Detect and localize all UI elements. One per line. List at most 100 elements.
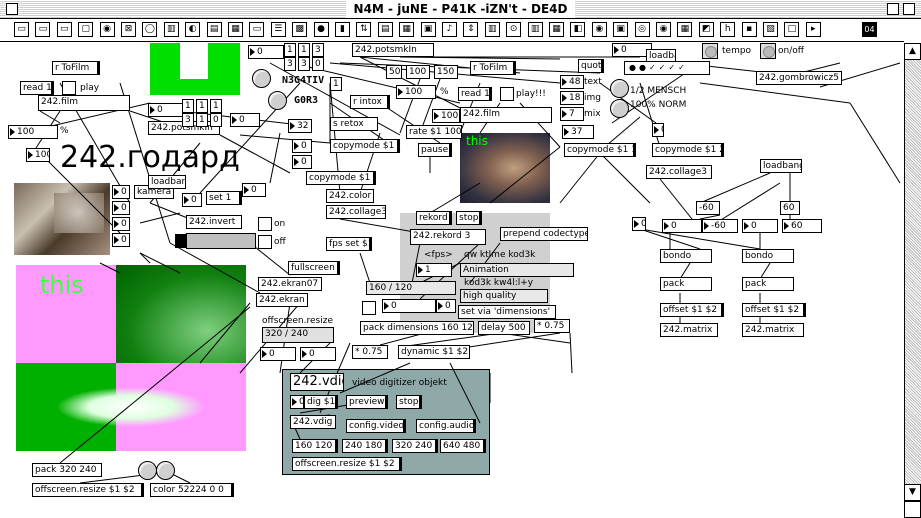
- zero-number-g[interactable]: 0: [182, 193, 202, 207]
- new-kslider-icon[interactable]: ▤: [206, 22, 222, 37]
- new-ubumenu-icon[interactable]: ☰: [270, 22, 286, 37]
- vdig-stop-msg[interactable]: stop: [396, 395, 422, 409]
- mensch-button[interactable]: [610, 79, 629, 98]
- rekord3-obj[interactable]: 242.rekord 3: [410, 229, 486, 245]
- config-audio-msg[interactable]: config.audio: [416, 419, 476, 433]
- copymode-msg-b[interactable]: copymode $1 2: [306, 171, 376, 185]
- three-msg-b[interactable]: 3: [284, 57, 296, 71]
- offset-y-number-a[interactable]: -60: [702, 219, 738, 233]
- preview-msg[interactable]: preview: [346, 395, 388, 409]
- new-stop-icon[interactable]: ◉: [656, 22, 671, 37]
- bondo-obj-a[interactable]: bondo: [660, 249, 712, 263]
- codec-menu[interactable]: Animation: [460, 263, 574, 277]
- vdig-number[interactable]: 0: [290, 395, 304, 409]
- stop-msg[interactable]: stop: [456, 211, 482, 225]
- read-msg-b[interactable]: read 1: [458, 87, 492, 101]
- color-msg[interactable]: color 52224 0 0: [150, 483, 234, 497]
- s-retox-obj[interactable]: s retox: [330, 117, 378, 131]
- size-240-msg[interactable]: 240 180: [342, 439, 388, 453]
- pack-obj-a[interactable]: pack: [660, 277, 712, 291]
- new-rslider-icon[interactable]: ▥: [484, 22, 500, 37]
- bang-button-a[interactable]: [252, 69, 271, 88]
- three-msg-d[interactable]: 3: [182, 113, 194, 127]
- offset-x-number-a[interactable]: 0: [662, 219, 702, 233]
- new-gswitch-icon[interactable]: ⇅: [356, 22, 372, 37]
- new-pict-icon[interactable]: ▪: [741, 22, 757, 37]
- play-toggle[interactable]: [62, 81, 76, 95]
- title-bar[interactable]: N4M - juNE - P41K -iZN't - DE4D: [0, 0, 921, 19]
- new-table-icon[interactable]: ▦: [549, 22, 564, 37]
- new-button-icon[interactable]: ◯: [142, 22, 158, 37]
- new-bpatcher-icon[interactable]: ▩: [292, 22, 308, 37]
- zero-number-f[interactable]: 0: [242, 183, 266, 197]
- copymode-msg-d[interactable]: copymode $1 2: [652, 143, 724, 157]
- invert-slider[interactable]: [175, 233, 256, 249]
- rekord-size-menu[interactable]: 160 / 120: [366, 281, 456, 295]
- mix-number[interactable]: 7: [560, 107, 584, 121]
- preset-obj[interactable]: ●●✓✓✓✓: [624, 61, 710, 75]
- three-msg-a[interactable]: 3: [312, 43, 324, 57]
- dimensions-toggle[interactable]: [362, 301, 376, 315]
- zero-msg-b[interactable]: 0: [210, 113, 222, 127]
- loadbang-obj-a[interactable]: loadbang: [148, 175, 186, 189]
- film-obj-b[interactable]: 242.film: [460, 107, 552, 123]
- new-led-icon[interactable]: ●: [313, 22, 329, 37]
- scroll-up-arrow[interactable]: ▲: [904, 43, 921, 60]
- new-message-icon[interactable]: ▭: [56, 22, 72, 37]
- pack-obj-b[interactable]: pack: [742, 277, 794, 291]
- zero-number-b[interactable]: 0: [248, 45, 284, 59]
- thirtytwo-number[interactable]: 32: [288, 119, 312, 133]
- rekord-msg[interactable]: rekord: [416, 211, 452, 225]
- collage3-obj-b[interactable]: 242.collage3: [646, 165, 712, 179]
- size-640-msg[interactable]: 640 480: [440, 439, 486, 453]
- bang-button-b[interactable]: [268, 91, 287, 110]
- palette-page-label[interactable]: 04: [862, 22, 877, 37]
- scale-obj-a[interactable]: * 0.75: [534, 319, 570, 333]
- new-print-icon[interactable]: □: [784, 22, 800, 37]
- ekran07-obj[interactable]: 242.ekran07: [258, 277, 322, 291]
- fullscreen-msg[interactable]: fullscreen: [288, 261, 340, 275]
- new-meter-icon[interactable]: ▮: [335, 22, 350, 37]
- zero-msg-a[interactable]: 0: [312, 57, 324, 71]
- offset-y-number-b[interactable]: 60: [782, 219, 822, 233]
- fps-number[interactable]: 1: [416, 263, 452, 277]
- vdig-obj[interactable]: 242.vdig: [290, 415, 336, 429]
- new-fpic-icon[interactable]: ◩: [698, 22, 714, 37]
- new-record-icon[interactable]: ◎: [634, 22, 650, 37]
- quality-menu[interactable]: high quality: [460, 289, 548, 303]
- zero-number-e[interactable]: 0: [292, 155, 312, 169]
- zero-number-k[interactable]: 0: [436, 299, 456, 313]
- bang-button-d[interactable]: [156, 461, 175, 480]
- matrix-obj-b[interactable]: 242.matrix: [742, 323, 804, 337]
- one-msg-b[interactable]: 1: [298, 43, 310, 57]
- new-flonum-icon[interactable]: ◉: [99, 22, 115, 37]
- r-tofilm-obj[interactable]: r ToFilm: [52, 61, 100, 75]
- offset-x-number-b[interactable]: 0: [742, 219, 778, 233]
- quote-msg[interactable]: quote: [578, 59, 604, 73]
- zero-number-m[interactable]: 0: [652, 123, 664, 137]
- new-umenu-icon[interactable]: ▤: [377, 22, 393, 37]
- new-lcd-icon[interactable]: ▭: [249, 22, 265, 37]
- norm-button[interactable]: [610, 99, 629, 118]
- zero-number-n[interactable]: 0: [632, 217, 646, 231]
- color-obj[interactable]: 242.color: [326, 189, 374, 203]
- collapse-box[interactable]: [903, 3, 915, 15]
- pack-320-obj[interactable]: pack 320 240: [32, 463, 102, 477]
- potsmkin-obj-b[interactable]: 242.potsmkIn: [352, 43, 434, 57]
- size-160-msg[interactable]: 160 120: [292, 439, 338, 453]
- size-320-msg[interactable]: 320 240: [392, 439, 438, 453]
- patcher-canvas[interactable]: this this 242.годард N3G4TIV G0R3 r ToFi…: [0, 43, 904, 518]
- ekran-obj[interactable]: 242.ekran: [256, 293, 308, 307]
- hundred-number-b[interactable]: 100: [432, 109, 460, 123]
- rate-obj[interactable]: rate $1 100: [406, 125, 462, 139]
- hundred-number[interactable]: 100: [26, 148, 50, 162]
- percent-number[interactable]: 100: [8, 125, 58, 139]
- one-msg-d[interactable]: 1: [196, 99, 208, 113]
- one-fifty-msg[interactable]: 150: [434, 65, 458, 79]
- scale-obj-b[interactable]: * 0.75: [352, 345, 388, 359]
- new-comment-icon[interactable]: ▭: [35, 22, 51, 37]
- onoff-bang[interactable]: [760, 43, 776, 59]
- new-hint-icon[interactable]: h: [720, 22, 736, 37]
- matrix-obj-a[interactable]: 242.matrix: [660, 323, 718, 337]
- one-msg-f[interactable]: 1: [196, 113, 208, 127]
